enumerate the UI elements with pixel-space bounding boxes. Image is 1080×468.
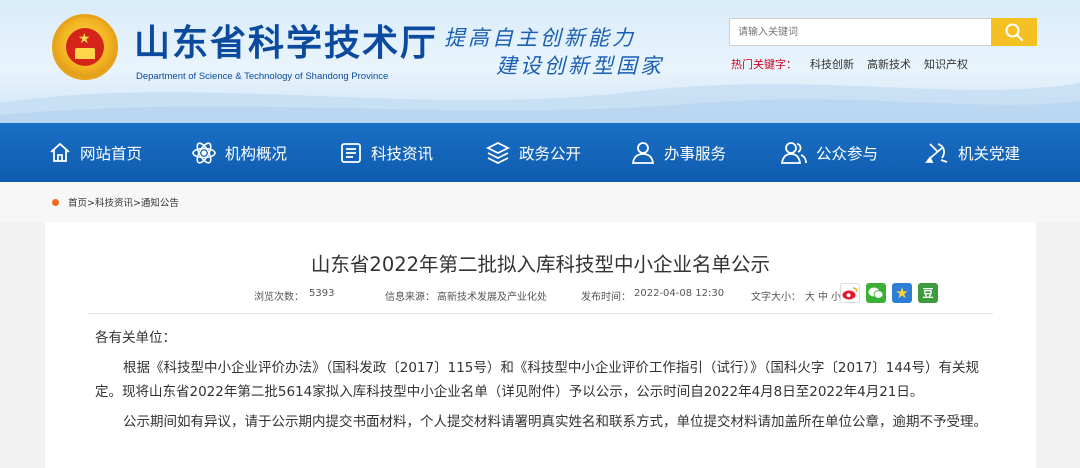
views-label: 浏览次数： xyxy=(254,292,304,303)
salutation: 各有关单位： xyxy=(95,330,176,346)
hot-keywords: 热门关键字： 科技创新 高新技术 知识产权 xyxy=(731,56,968,72)
nav-item-home[interactable]: 网站首页 xyxy=(48,123,142,182)
search-button[interactable] xyxy=(991,18,1037,46)
party-icon xyxy=(925,142,948,163)
breadcrumb: 首页>科技资讯>通知公告 xyxy=(52,195,179,209)
breadcrumb-text[interactable]: 首页>科技资讯>通知公告 xyxy=(68,195,179,209)
site-subtitle: Department of Science & Technology of Sh… xyxy=(136,71,389,82)
nav-label: 科技资讯 xyxy=(371,144,434,163)
nav-label: 机构概况 xyxy=(225,144,288,163)
home-icon xyxy=(50,142,70,162)
nav-item-news[interactable]: 科技资讯 xyxy=(339,123,433,182)
views-count: 5393 xyxy=(309,288,335,299)
nav-label: 办事服务 xyxy=(664,144,727,163)
atom-icon xyxy=(192,141,216,164)
nav-label: 政务公开 xyxy=(519,144,582,163)
font-size-label: 文字大小： xyxy=(751,292,801,303)
nav-label: 公众参与 xyxy=(816,144,879,163)
date-label: 发布时间： xyxy=(581,292,631,303)
wechat-icon[interactable] xyxy=(866,283,886,303)
search-input[interactable] xyxy=(729,18,993,46)
national-emblem-logo: ★ xyxy=(52,14,118,80)
hot-keyword-link[interactable]: 高新技术 xyxy=(867,56,911,72)
search-icon xyxy=(1005,23,1024,42)
font-size-large[interactable]: 大 xyxy=(805,288,815,303)
hot-keywords-label: 热门关键字： xyxy=(731,58,797,71)
star-icon[interactable]: ★ xyxy=(892,283,912,303)
nav-item-about[interactable]: 机构概况 xyxy=(191,123,287,182)
site-title: 山东省科学技术厅 xyxy=(134,23,439,64)
search-box xyxy=(729,18,1037,46)
nav-item-gov-affairs[interactable]: 政务公开 xyxy=(485,123,581,182)
share-icons: ★ 豆 xyxy=(840,283,938,303)
article-body: 各有关单位： 根据《科技型中小企业评价办法》（国科发政〔2017〕115号）和《… xyxy=(95,326,995,440)
people-icon xyxy=(780,141,807,164)
font-size-medium[interactable]: 中 xyxy=(818,288,828,303)
douban-glyph: 豆 xyxy=(922,287,934,300)
bullet-icon xyxy=(52,198,59,206)
nav-item-participation[interactable]: 公众参与 xyxy=(780,123,878,182)
nav-label: 网站首页 xyxy=(80,144,143,163)
douban-icon[interactable]: 豆 xyxy=(918,283,938,303)
main-nav: 网站首页 机构概况 科技资讯 政务公开 办事服务 公众参与 机关党建 xyxy=(0,123,1080,182)
article-title: 山东省2022年第二批拟入库科技型中小企业名单公示 xyxy=(310,253,771,276)
article-paragraph: 根据《科技型中小企业评价办法》（国科发政〔2017〕115号）和《科技型中小企业… xyxy=(95,360,979,400)
weibo-icon[interactable] xyxy=(840,283,860,303)
slogan-line-1: 提高自主创新能力 xyxy=(444,26,636,50)
nav-label: 机关党建 xyxy=(958,144,1021,163)
hot-keyword-link[interactable]: 科技创新 xyxy=(810,56,854,72)
source-value: 高新技术发展及产业化处 xyxy=(437,292,547,303)
date-value: 2022-04-08 12:30 xyxy=(634,288,725,299)
hot-keyword-link[interactable]: 知识产权 xyxy=(924,56,968,72)
source-label: 信息来源： xyxy=(385,292,435,303)
person-icon xyxy=(631,141,655,164)
layers-icon xyxy=(485,141,511,164)
site-header: ★ 山东省科学技术厅 Department of Science & Techn… xyxy=(0,0,1080,123)
news-icon xyxy=(341,142,361,163)
nav-item-party-building[interactable]: 机关党建 xyxy=(924,123,1020,182)
slogan-line-2: 建设创新型国家 xyxy=(496,54,664,78)
nav-item-services[interactable]: 办事服务 xyxy=(630,123,726,182)
article-paragraph: 公示期间如有异议，请于公示期内提交书面材料，个人提交材料请署明真实姓名和联系方式… xyxy=(123,414,987,430)
divider xyxy=(88,313,993,314)
